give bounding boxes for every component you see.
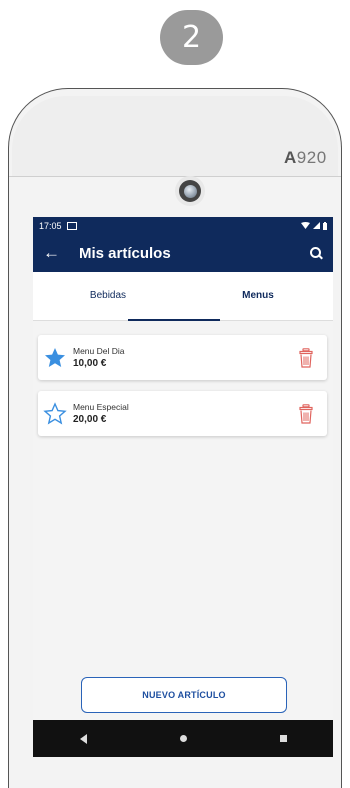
- status-time: 17:05: [39, 220, 62, 231]
- item-price: 20,00 €: [73, 414, 107, 425]
- search-icon[interactable]: [309, 246, 323, 260]
- back-icon[interactable]: [79, 733, 87, 744]
- wifi-icon: [301, 222, 310, 229]
- brand-prefix: A: [284, 148, 297, 167]
- app-bar: ← Mis artículos: [33, 234, 333, 272]
- star-filled-icon[interactable]: [43, 346, 67, 370]
- signal-icon: [313, 222, 320, 229]
- star-outline-icon[interactable]: [43, 401, 67, 426]
- device-screen: 17:05 ← Mis artículos Bebidas Menus Menu…: [33, 217, 333, 757]
- home-icon[interactable]: [179, 735, 187, 742]
- new-item-button[interactable]: NUEVO ARTÍCULO: [81, 677, 287, 713]
- item-price: 10,00 €: [73, 358, 107, 369]
- list-item[interactable]: Menu Del Dia 10,00 €: [38, 335, 327, 380]
- battery-icon: [323, 221, 327, 230]
- recent-apps-icon[interactable]: [279, 735, 287, 742]
- arrow-left-icon[interactable]: ←: [43, 243, 67, 263]
- item-name: Menu Del Dia: [73, 346, 125, 356]
- brand-model: 920: [296, 148, 327, 167]
- status-icons: [301, 221, 327, 230]
- step-number: 2: [181, 20, 202, 55]
- android-nav-bar: [33, 720, 333, 757]
- notification-icon: [66, 221, 77, 230]
- trash-icon[interactable]: [299, 347, 313, 368]
- list-item[interactable]: Menu Especial 20,00 €: [38, 391, 327, 436]
- tab-bar: Bebidas Menus: [33, 272, 333, 321]
- tab-menus[interactable]: Menus: [183, 272, 333, 320]
- camera-icon: [175, 176, 205, 206]
- step-badge: 2: [160, 10, 223, 65]
- item-name: Menu Especial: [73, 402, 129, 412]
- tab-bebidas[interactable]: Bebidas: [33, 272, 183, 320]
- trash-icon[interactable]: [299, 403, 313, 424]
- status-bar: 17:05: [33, 217, 333, 234]
- page-title: Mis artículos: [79, 244, 171, 262]
- active-tab-indicator: [128, 319, 220, 321]
- device-brand: A920: [284, 148, 327, 168]
- bezel-divider: [9, 176, 341, 177]
